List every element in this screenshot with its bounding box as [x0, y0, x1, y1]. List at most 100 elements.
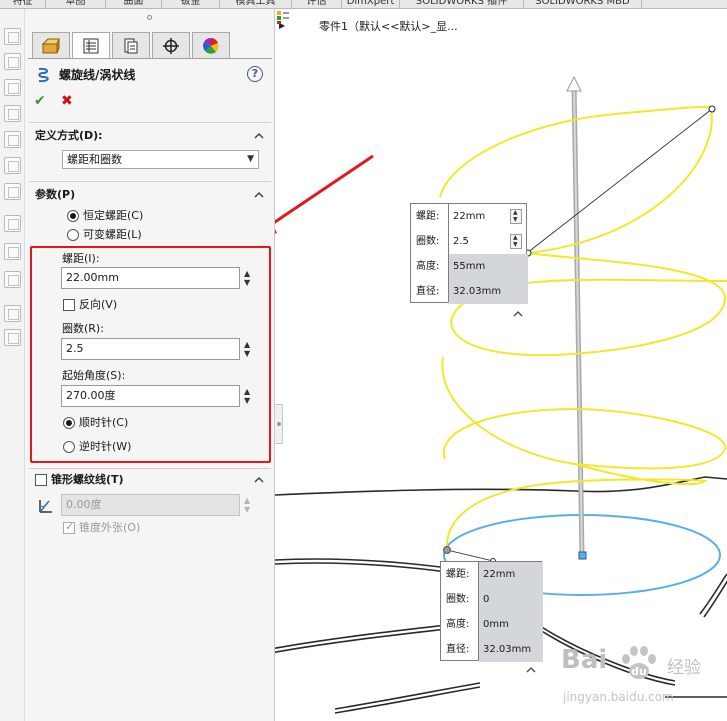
- chevron-down-icon: ▼: [247, 154, 254, 164]
- collapse-caret-icon[interactable]: [254, 131, 264, 141]
- tab-solidworks-mbd[interactable]: SOLIDWORKS MBD: [524, 0, 642, 8]
- configuration-manager-tab[interactable]: [112, 32, 150, 58]
- callout-pitch-value: 22mm: [483, 569, 516, 580]
- callout-revolutions-spinner[interactable]: [510, 234, 522, 249]
- feature-tree-icon: [41, 38, 60, 53]
- callout-pitch-value[interactable]: 22mm: [453, 210, 485, 223]
- graphics-area[interactable]: ▶ 零件1（默认<<默认>_显... 螺距: 22mm 圈数: 2.5 高度: …: [275, 9, 727, 721]
- callout-row-pitch: 螺距: 22mm: [411, 204, 526, 229]
- counterclockwise-radio[interactable]: [63, 441, 75, 453]
- clockwise-radio[interactable]: [63, 417, 75, 429]
- callout-key: 直径:: [446, 644, 470, 655]
- extrude-icon[interactable]: [4, 28, 21, 45]
- color-wheel-icon: [203, 37, 219, 54]
- callout-key: 圈数:: [446, 594, 470, 605]
- counterclockwise-label: 逆时针(W): [79, 440, 132, 453]
- tab-sketch[interactable]: 草图: [46, 0, 106, 8]
- tab-mold-tools[interactable]: 模具工具: [220, 0, 292, 8]
- sweep-icon[interactable]: [4, 79, 21, 96]
- tab-evaluate[interactable]: 评估: [292, 0, 342, 8]
- cancel-x-icon[interactable]: ✖: [61, 93, 73, 109]
- pattern-icon[interactable]: [4, 243, 21, 260]
- part-tree-label[interactable]: 零件1（默认<<默认>_显...: [319, 19, 458, 35]
- taper-angle-icon: [39, 500, 52, 513]
- parameters-section-title: 参数(P): [35, 188, 76, 201]
- configuration-icon: [124, 38, 138, 53]
- callout-pitch-spinner[interactable]: [510, 209, 522, 224]
- divider: [29, 468, 271, 469]
- tab-solidworks-addins[interactable]: SOLIDWORKS 插件: [400, 0, 524, 8]
- callout-key: 高度:: [416, 261, 440, 272]
- constant-pitch-label: 恒定螺距(C): [83, 209, 144, 222]
- rib-icon[interactable]: [4, 271, 21, 288]
- helix-end-point[interactable]: [708, 105, 716, 113]
- crosshair-icon: [163, 37, 179, 54]
- cut-icon[interactable]: [4, 183, 21, 200]
- ok-check-icon[interactable]: ✔: [34, 93, 46, 109]
- tab-features[interactable]: 特征: [0, 0, 46, 8]
- property-manager: 螺旋线/涡状线 ? ✔ ✖ 定义方式(D): 螺距和圈数 ▼ 参数(P) 恒定螺…: [25, 9, 283, 721]
- feature-manager-tab[interactable]: [32, 32, 70, 58]
- revolutions-input[interactable]: 2.5: [61, 338, 240, 360]
- feature-toolstrip: [0, 9, 25, 721]
- variable-pitch-radio[interactable]: [67, 229, 79, 241]
- callout-row-diameter: 直径: 32.03mm: [441, 637, 541, 662]
- callout-revolutions-value[interactable]: 2.5: [453, 235, 469, 248]
- callout-key: 螺距:: [416, 211, 440, 222]
- pitch-spinner[interactable]: ▲ ▼: [243, 267, 253, 289]
- draft-icon[interactable]: [4, 305, 21, 322]
- tapered-helix-title: 锥形螺纹线(T): [51, 473, 124, 486]
- property-list-icon: [83, 38, 99, 53]
- taper-outward-checkbox[interactable]: [63, 520, 75, 534]
- manager-tabs: [28, 31, 272, 59]
- callout-height-value: 55mm: [453, 261, 486, 272]
- watermark-url: jingyan.baidu.com: [563, 690, 674, 704]
- helix-start-point[interactable]: [443, 546, 451, 554]
- callout-key: 螺距:: [446, 569, 470, 580]
- tab-sheet-metal[interactable]: 钣金: [162, 0, 220, 8]
- definition-section-title: 定义方式(D):: [35, 129, 103, 142]
- constant-pitch-radio[interactable]: [67, 210, 79, 222]
- helix-callout-start: 螺距: 22mm 圈数: 0 高度: 0mm 直径: 32.03mm: [440, 561, 543, 662]
- callout-row-diameter: 直径: 32.03mm: [411, 279, 526, 304]
- callout-row-height: 高度: 0mm: [441, 612, 541, 637]
- start-angle-input[interactable]: 270.00度: [61, 385, 240, 407]
- revolve-icon[interactable]: [4, 53, 21, 70]
- dimxpert-manager-tab[interactable]: [152, 32, 190, 58]
- variable-pitch-label: 可变螺距(L): [83, 228, 142, 241]
- tab-surfaces[interactable]: 曲面: [106, 0, 162, 8]
- pitch-input[interactable]: 22.00mm: [61, 267, 240, 289]
- taper-angle-input[interactable]: 0.00度: [61, 494, 240, 516]
- callout-diameter-value: 32.03mm: [483, 644, 532, 655]
- reverse-checkbox[interactable]: [63, 299, 75, 311]
- shell-icon[interactable]: [4, 329, 21, 346]
- loft-icon[interactable]: [4, 105, 21, 122]
- command-manager-tabs: 特征 草图 曲面 钣金 模具工具 评估 DimXpert SOLIDWORKS …: [0, 0, 727, 9]
- taper-angle-spinner[interactable]: ▲ ▼: [243, 494, 253, 516]
- definition-type-select[interactable]: 螺距和圈数 ▼: [62, 150, 259, 169]
- collapse-caret-icon[interactable]: [254, 190, 264, 200]
- callout-key: 高度:: [446, 619, 470, 630]
- callout-collapse-caret-icon[interactable]: [513, 311, 523, 317]
- callout-collapse-caret-icon[interactable]: [526, 667, 536, 673]
- callout-revolutions-value: 0: [483, 594, 490, 605]
- revolutions-label: 圈数(R):: [62, 322, 104, 335]
- display-manager-tab[interactable]: [192, 32, 230, 58]
- boundary-icon[interactable]: [4, 131, 21, 148]
- revolutions-spinner[interactable]: ▲ ▼: [243, 338, 253, 360]
- help-icon[interactable]: ?: [247, 66, 263, 82]
- tapered-helix-checkbox[interactable]: [35, 474, 47, 486]
- reverse-label: 反向(V): [79, 298, 118, 311]
- property-manager-tab[interactable]: [72, 32, 110, 58]
- panel-grip[interactable]: [147, 15, 152, 20]
- fillet-icon[interactable]: [4, 215, 21, 232]
- part-icon: [277, 11, 289, 24]
- collapse-caret-icon[interactable]: [254, 475, 264, 485]
- taper-outward-label: 锥度外张(O): [79, 521, 141, 534]
- hole-icon[interactable]: [4, 157, 21, 174]
- divider: [29, 181, 271, 182]
- tab-dimxpert[interactable]: DimXpert: [342, 0, 400, 8]
- start-angle-spinner[interactable]: ▲ ▼: [243, 385, 253, 407]
- definition-type-value: 螺距和圈数: [67, 153, 122, 166]
- paw-logo-icon: du: [622, 646, 656, 679]
